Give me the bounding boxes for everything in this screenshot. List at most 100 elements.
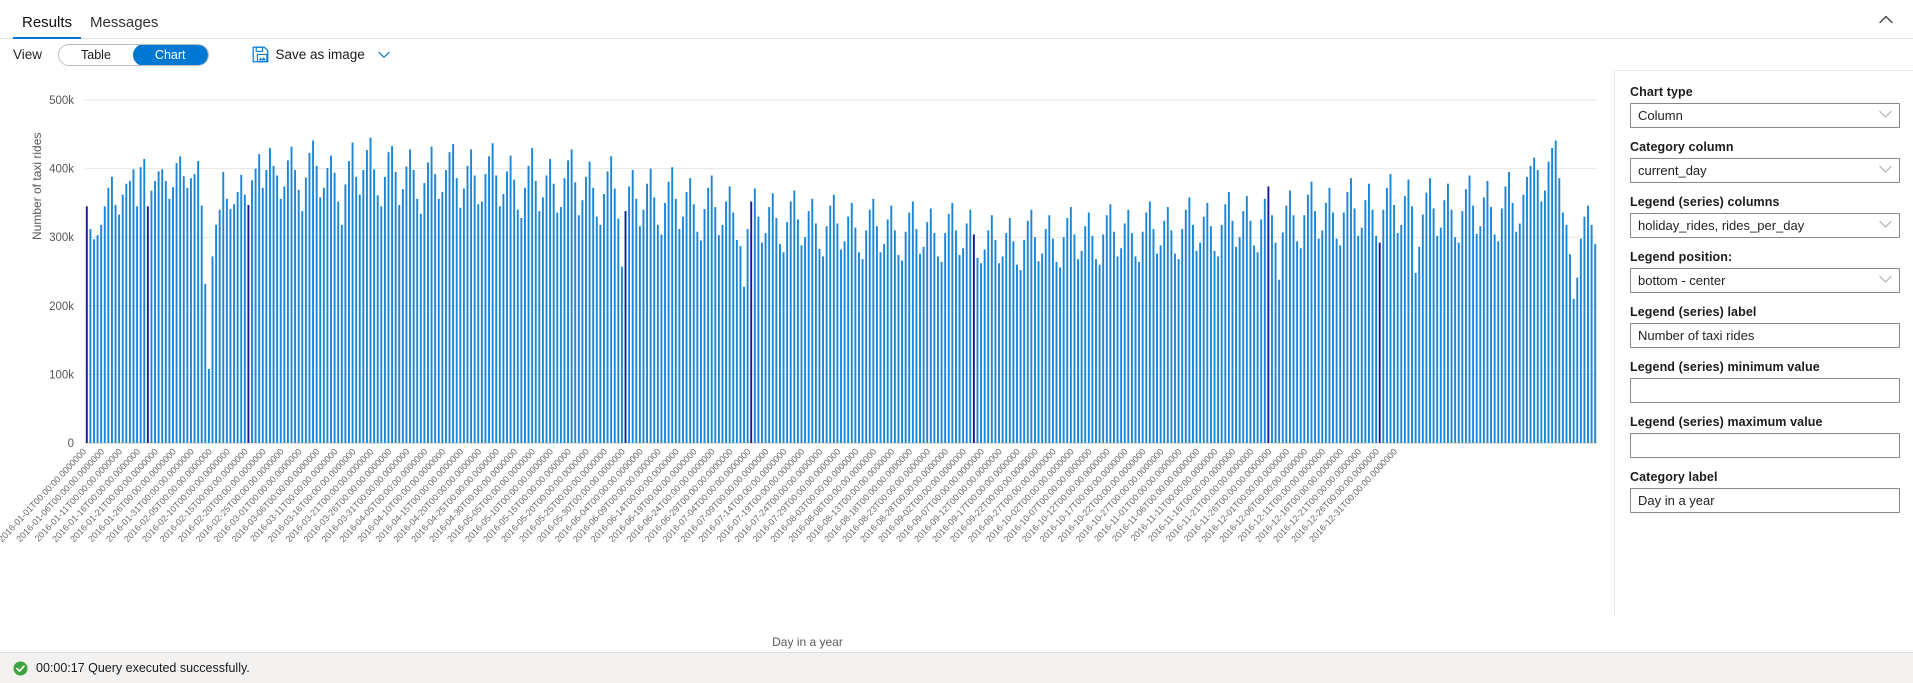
bar-rides-per-day[interactable] <box>158 171 160 443</box>
bar-rides-per-day[interactable] <box>819 249 821 443</box>
bar-rides-per-day[interactable] <box>348 161 350 443</box>
bar-rides-per-day[interactable] <box>1135 256 1137 443</box>
bar-rides-per-day[interactable] <box>291 147 293 443</box>
bar-holiday-rides[interactable] <box>750 202 752 443</box>
bar-rides-per-day[interactable] <box>326 168 328 443</box>
bar-rides-per-day[interactable] <box>689 178 691 443</box>
bar-rides-per-day[interactable] <box>1099 265 1101 443</box>
bar-rides-per-day[interactable] <box>1318 239 1320 443</box>
bar-rides-per-day[interactable] <box>556 213 558 444</box>
bar-rides-per-day[interactable] <box>869 210 871 443</box>
bar-rides-per-day[interactable] <box>722 225 724 443</box>
bar-rides-per-day[interactable] <box>948 214 950 443</box>
bar-rides-per-day[interactable] <box>294 170 296 443</box>
bar-rides-per-day[interactable] <box>905 232 907 443</box>
bar-rides-per-day[interactable] <box>492 143 494 443</box>
bar-rides-per-day[interactable] <box>1260 219 1262 443</box>
bar-rides-per-day[interactable] <box>664 203 666 443</box>
bar-rides-per-day[interactable] <box>312 140 314 443</box>
bar-rides-per-day[interactable] <box>1364 200 1366 443</box>
bar-rides-per-day[interactable] <box>607 171 609 443</box>
bar-rides-per-day[interactable] <box>628 186 630 443</box>
bar-rides-per-day[interactable] <box>991 215 993 443</box>
bar-rides-per-day[interactable] <box>269 148 271 443</box>
bar-rides-per-day[interactable] <box>538 211 540 443</box>
bar-rides-per-day[interactable] <box>452 144 454 443</box>
bar-rides-per-day[interactable] <box>994 240 996 443</box>
bar-holiday-rides[interactable] <box>147 206 149 443</box>
bar-rides-per-day[interactable] <box>589 162 591 443</box>
bar-rides-per-day[interactable] <box>772 193 774 443</box>
bar-rides-per-day[interactable] <box>567 160 569 443</box>
bar-rides-per-day[interactable] <box>1487 181 1489 443</box>
bar-rides-per-day[interactable] <box>876 226 878 443</box>
bar-rides-per-day[interactable] <box>1066 218 1068 443</box>
bar-rides-per-day[interactable] <box>657 225 659 443</box>
bar-rides-per-day[interactable] <box>1415 273 1417 443</box>
bar-rides-per-day[interactable] <box>937 256 939 443</box>
bar-rides-per-day[interactable] <box>621 267 623 443</box>
bar-rides-per-day[interactable] <box>330 156 332 443</box>
bar-rides-per-day[interactable] <box>251 180 253 443</box>
bar-rides-per-day[interactable] <box>786 222 788 443</box>
bar-rides-per-day[interactable] <box>1081 251 1083 443</box>
bar-rides-per-day[interactable] <box>1458 243 1460 443</box>
bar-rides-per-day[interactable] <box>416 199 418 443</box>
bar-rides-per-day[interactable] <box>793 191 795 443</box>
bar-rides-per-day[interactable] <box>581 200 583 443</box>
bar-rides-per-day[interactable] <box>941 262 943 443</box>
bar-rides-per-day[interactable] <box>1217 256 1219 443</box>
bar-rides-per-day[interactable] <box>1497 241 1499 443</box>
bar-rides-per-day[interactable] <box>592 188 594 443</box>
bar-rides-per-day[interactable] <box>704 209 706 443</box>
bar-rides-per-day[interactable] <box>1127 210 1129 443</box>
bar-rides-per-day[interactable] <box>1034 237 1036 443</box>
bar-rides-per-day[interactable] <box>1246 196 1248 443</box>
bar-rides-per-day[interactable] <box>1533 158 1535 443</box>
bar-holiday-rides[interactable] <box>86 206 88 443</box>
bar-rides-per-day[interactable] <box>143 159 145 443</box>
bar-rides-per-day[interactable] <box>1264 199 1266 443</box>
bar-rides-per-day[interactable] <box>341 225 343 443</box>
bar-rides-per-day[interactable] <box>1113 232 1115 443</box>
bar-rides-per-day[interactable] <box>1221 225 1223 443</box>
bar-rides-per-day[interactable] <box>352 143 354 443</box>
bar-rides-per-day[interactable] <box>650 169 652 443</box>
bar-rides-per-day[interactable] <box>1566 225 1568 443</box>
bar-holiday-rides[interactable] <box>1267 186 1269 443</box>
bar-rides-per-day[interactable] <box>524 188 526 443</box>
bar-rides-per-day[interactable] <box>969 210 971 443</box>
bar-holiday-rides[interactable] <box>973 234 975 443</box>
input-legend-label[interactable]: Number of taxi rides <box>1630 323 1900 348</box>
bar-rides-per-day[interactable] <box>862 259 864 443</box>
bar-rides-per-day[interactable] <box>1249 221 1251 443</box>
bar-rides-per-day[interactable] <box>1174 254 1176 443</box>
bar-rides-per-day[interactable] <box>1343 213 1345 444</box>
bar-rides-per-day[interactable] <box>391 146 393 443</box>
bar-rides-per-day[interactable] <box>1354 208 1356 443</box>
bar-rides-per-day[interactable] <box>1587 206 1589 443</box>
bar-rides-per-day[interactable] <box>1163 221 1165 443</box>
bar-rides-per-day[interactable] <box>319 197 321 443</box>
bar-rides-per-day[interactable] <box>686 192 688 443</box>
bar-rides-per-day[interactable] <box>1102 234 1104 443</box>
bar-rides-per-day[interactable] <box>334 173 336 443</box>
bar-rides-per-day[interactable] <box>1472 206 1474 443</box>
bar-rides-per-day[interactable] <box>441 192 443 443</box>
bar-rides-per-day[interactable] <box>316 166 318 443</box>
bar-rides-per-day[interactable] <box>1537 170 1539 443</box>
bar-rides-per-day[interactable] <box>1271 215 1273 443</box>
bar-rides-per-day[interactable] <box>632 170 634 443</box>
bar-rides-per-day[interactable] <box>1447 184 1449 443</box>
bar-rides-per-day[interactable] <box>258 154 260 443</box>
bar-rides-per-day[interactable] <box>427 162 429 443</box>
bar-rides-per-day[interactable] <box>1203 217 1205 443</box>
bar-rides-per-day[interactable] <box>768 207 770 443</box>
bar-rides-per-day[interactable] <box>822 256 824 443</box>
bar-rides-per-day[interactable] <box>1490 207 1492 443</box>
input-legend-max[interactable] <box>1630 433 1900 458</box>
bar-rides-per-day[interactable] <box>456 178 458 443</box>
bar-rides-per-day[interactable] <box>668 182 670 443</box>
bar-rides-per-day[interactable] <box>107 188 109 443</box>
bar-rides-per-day[interactable] <box>865 230 867 443</box>
